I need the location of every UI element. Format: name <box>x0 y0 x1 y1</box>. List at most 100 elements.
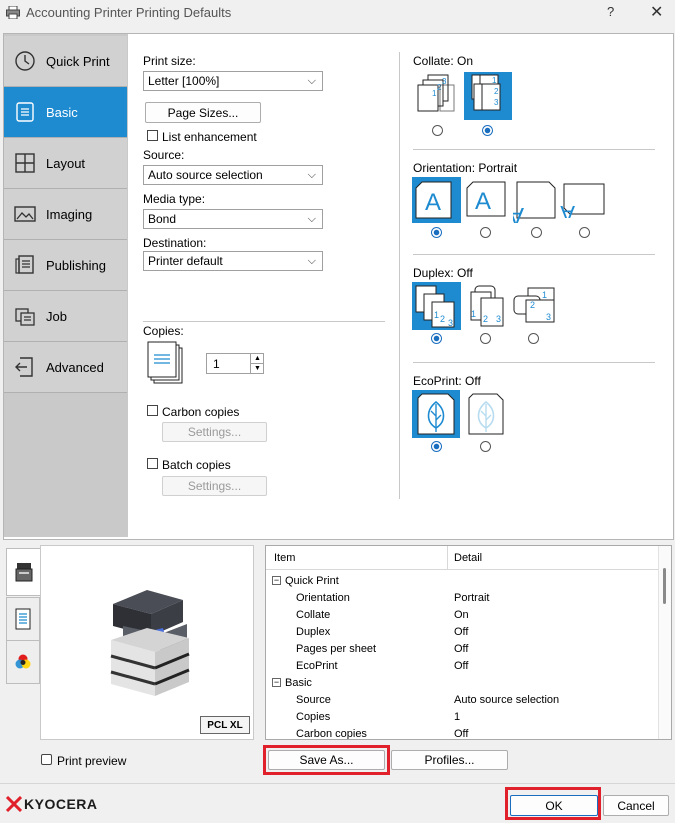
copies-label: Copies: <box>143 324 184 338</box>
copies-spinbox[interactable]: 1 ▲ ▼ <box>206 353 264 374</box>
kyocera-logo-icon <box>6 796 22 812</box>
ecoprint-on-radio[interactable] <box>480 441 491 452</box>
print-size-dropdown[interactable]: Letter [100%] ⌵ <box>143 71 323 91</box>
table-row[interactable]: Duplex Off <box>266 623 658 640</box>
window-title: Accounting Printer Printing Defaults <box>26 5 232 20</box>
duplex-short-edge-radio[interactable] <box>528 333 539 344</box>
spin-down-button[interactable]: ▼ <box>250 363 264 374</box>
collapse-icon[interactable]: − <box>272 576 281 585</box>
image-icon <box>14 206 36 222</box>
duplex-off-option[interactable]: 1 2 3 <box>412 282 461 330</box>
sidebar-item-label: Basic <box>46 104 78 120</box>
sidebar-item-layout[interactable]: Layout <box>4 138 127 189</box>
batch-settings-button[interactable]: Settings... <box>162 476 267 496</box>
collate-off-radio[interactable] <box>432 125 443 136</box>
page-sizes-button[interactable]: Page Sizes... <box>145 102 261 123</box>
ecoprint-on-option[interactable] <box>463 390 509 438</box>
column-divider <box>399 52 400 499</box>
orientation-landscape-option[interactable]: A <box>463 177 509 223</box>
group-row-basic[interactable]: − Basic <box>266 674 658 691</box>
table-scrollbar[interactable] <box>658 546 671 739</box>
sidebar-item-job[interactable]: Job <box>4 291 127 342</box>
svg-text:2: 2 <box>440 314 445 324</box>
table-row[interactable]: Collate On <box>266 606 658 623</box>
duplex-off-radio[interactable] <box>431 333 442 344</box>
collate-on-option[interactable]: 1 2 3 <box>464 72 512 120</box>
tab-device-preview[interactable] <box>6 548 40 596</box>
profiles-button[interactable]: Profiles... <box>391 750 508 770</box>
collate-off-option[interactable]: 3 2 1 <box>414 72 460 120</box>
sidebar-item-label: Quick Print <box>46 53 110 69</box>
duplex-long-edge-option[interactable]: 1 2 3 <box>463 282 509 330</box>
svg-text:2: 2 <box>483 314 488 324</box>
table-row[interactable]: Pages per sheet Off <box>266 640 658 657</box>
svg-text:1: 1 <box>432 89 437 98</box>
scrollbar-thumb[interactable] <box>663 568 666 604</box>
svg-text:A: A <box>475 188 491 215</box>
destination-dropdown[interactable]: Printer default ⌵ <box>143 251 323 271</box>
row-detail: 1 <box>454 710 461 723</box>
orientation-rotated-portrait-radio[interactable] <box>531 227 542 238</box>
table-row[interactable]: EcoPrint Off <box>266 657 658 674</box>
table-row[interactable]: Copies 1 <box>266 708 658 725</box>
media-type-dropdown[interactable]: Bond ⌵ <box>143 209 323 229</box>
collapse-icon[interactable]: − <box>272 678 281 687</box>
sidebar-item-publishing[interactable]: Publishing <box>4 240 127 291</box>
orientation-portrait-radio[interactable] <box>431 227 442 238</box>
duplex-short-edge-option[interactable]: 1 2 3 <box>512 286 558 326</box>
ok-button[interactable]: OK <box>510 795 598 816</box>
sidebar-item-basic[interactable]: Basic <box>4 87 127 138</box>
sidebar-item-advanced[interactable]: Advanced <box>4 342 127 393</box>
publishing-icon <box>15 255 34 274</box>
layout-grid-icon <box>15 153 35 173</box>
column-header-detail[interactable]: Detail <box>448 546 658 570</box>
portrait-icon: A <box>415 181 452 219</box>
svg-text:3: 3 <box>546 312 551 322</box>
list-enhancement-checkbox[interactable] <box>147 130 158 141</box>
sidebar-item-quick-print[interactable]: Quick Print <box>4 36 127 87</box>
help-button[interactable]: ? <box>607 4 614 19</box>
pdl-badge: PCL XL <box>200 716 250 734</box>
table-row[interactable]: Carbon copies Off <box>266 725 658 740</box>
spin-up-button[interactable]: ▲ <box>250 354 264 363</box>
orientation-landscape-radio[interactable] <box>480 227 491 238</box>
save-as-button[interactable]: Save As... <box>268 750 385 770</box>
device-preview-panel: PCL XL <box>40 545 254 740</box>
ecoprint-off-radio[interactable] <box>431 441 442 452</box>
page-icon <box>15 608 31 630</box>
tab-color-preview[interactable] <box>6 640 40 684</box>
carbon-settings-button[interactable]: Settings... <box>162 422 267 442</box>
carbon-copies-checkbox[interactable] <box>147 405 158 416</box>
settings-summary-table: Item Detail − Quick Print Orientation Por… <box>265 545 672 740</box>
svg-text:1: 1 <box>434 310 439 320</box>
source-dropdown[interactable]: Auto source selection ⌵ <box>143 165 323 185</box>
close-button[interactable]: ✕ <box>650 2 663 22</box>
orientation-rotated-landscape-radio[interactable] <box>579 227 590 238</box>
orientation-rotated-landscape-option[interactable]: A <box>560 182 606 218</box>
duplex-long-edge-radio[interactable] <box>480 333 491 344</box>
svg-text:3: 3 <box>494 98 499 107</box>
print-preview-checkbox[interactable] <box>41 754 52 765</box>
orientation-rotated-portrait-option[interactable]: A <box>513 177 559 223</box>
table-row[interactable]: Source Auto source selection <box>266 691 658 708</box>
destination-label: Destination: <box>143 236 207 250</box>
collate-on-radio[interactable] <box>482 125 493 136</box>
advanced-icon <box>15 357 33 377</box>
batch-copies-checkbox[interactable] <box>147 458 158 469</box>
column-header-item[interactable]: Item <box>266 546 448 570</box>
media-type-value: Bond <box>148 212 177 226</box>
collate-label: Collate: On <box>413 54 474 68</box>
row-detail: Auto source selection <box>454 693 560 706</box>
source-value: Auto source selection <box>148 168 263 182</box>
divider <box>413 254 655 255</box>
group-row-quick-print[interactable]: − Quick Print <box>266 572 658 589</box>
tab-page-preview[interactable] <box>6 597 40 641</box>
svg-text:3: 3 <box>496 314 501 324</box>
media-type-label: Media type: <box>143 192 206 206</box>
ecoprint-off-option[interactable] <box>412 390 460 438</box>
cancel-button[interactable]: Cancel <box>603 795 669 816</box>
sidebar-item-imaging[interactable]: Imaging <box>4 189 127 240</box>
orientation-portrait-option[interactable]: A <box>412 177 461 223</box>
table-row[interactable]: Orientation Portrait <box>266 589 658 606</box>
ecoprint-label: EcoPrint: Off <box>413 374 481 388</box>
